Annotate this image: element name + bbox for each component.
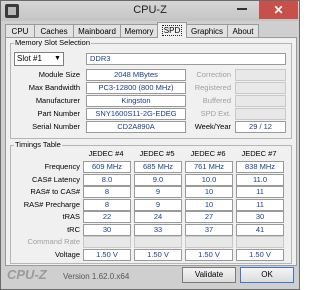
tab-cpu[interactable]: CPU [5,24,35,38]
timing-cell: 1.50 V [134,248,182,261]
cpuz-window: CPU-Z ✕ CPU Caches Mainboard Memory SPD … [0,0,300,290]
manufacturer-value: Kingston [86,95,186,107]
max-bandwidth-label: Max Bandwidth [28,83,80,92]
part-number-label: Part Number [37,109,80,118]
timing-cell: 9.0 [134,173,182,186]
tab-about[interactable]: About [227,24,259,38]
ok-button[interactable]: OK [240,267,294,283]
timing-row-label: tRAS [62,212,80,221]
timing-cell: 8 [83,198,131,211]
timing-cell: 10 [185,198,233,211]
timing-cell: 27 [185,211,233,223]
week-year-value: 29 / 12 [235,121,286,133]
tab-graphics[interactable]: Graphics [186,24,228,38]
timing-cell: 37 [185,223,233,236]
timing-cell: 9 [134,186,182,198]
col-jedec-6: JEDEC #6 [190,149,226,158]
timing-cell: 1.50 V [83,248,131,261]
timing-cell: 10 [185,186,233,198]
window-title: CPU-Z [133,4,167,16]
validate-button[interactable]: Validate [182,267,236,283]
timing-cell: 1.50 V [236,248,284,261]
timing-cell: 9 [134,198,182,211]
timing-cell [236,236,284,248]
memory-type-value: DDR3 [86,53,286,65]
timing-cell: 41 [236,223,284,236]
max-bandwidth-value: PC3-12800 (800 MHz) [86,82,186,94]
spd-panel: Memory Slot Selection Slot #1 ▼ DDR3 Mod… [5,37,297,266]
serial-number-value: CD2A890A [86,121,186,133]
close-button[interactable]: ✕ [259,1,298,19]
timing-cell: 10.0 [185,173,233,186]
minimize-button[interactable] [237,7,247,10]
slot-select-value: Slot #1 [17,54,42,63]
spd-ext-label: SPD Ext. [200,109,231,118]
timing-cell: 24 [134,211,182,223]
tab-mainboard[interactable]: Mainboard [73,24,121,38]
timing-cell: 838 MHz [236,161,284,173]
slot-select[interactable]: Slot #1 ▼ [14,52,64,66]
memory-slot-title: Memory Slot Selection [14,38,92,47]
correction-value [235,69,286,81]
timing-cell: 8 [83,186,131,198]
title-bar[interactable]: CPU-Z ✕ [1,1,299,21]
col-jedec-7: JEDEC #7 [241,149,277,158]
timing-cell: 30 [83,223,131,236]
timing-cell: 30 [236,211,284,223]
buffered-value [235,95,286,107]
timings-title: Timings Table [14,140,62,149]
timing-cell: 1.50 V [185,248,233,261]
timing-row-label: RAS# to CAS# [30,187,80,196]
tab-caches[interactable]: Caches [34,24,74,38]
serial-number-label: Serial Number [32,122,80,131]
cpuz-brand-logo: CPU-Z [7,267,47,282]
timing-cell: 761 MHz [185,161,233,173]
correction-label: Correction [196,70,231,79]
week-year-label: Week/Year [194,122,231,131]
col-jedec-4: JEDEC #4 [88,149,124,158]
timing-cell: 8.0 [83,173,131,186]
timing-cell: 609 MHz [83,161,131,173]
timing-row-label: CAS# Latency [32,174,80,184]
timing-cell: 33 [134,223,182,236]
timing-cell: 11.0 [236,173,284,186]
tab-memory[interactable]: Memory [120,24,158,38]
module-size-value: 2048 MBytes [86,69,186,81]
timing-cell [185,236,233,248]
timing-row-label: Command Rate [27,237,80,246]
timing-row-label: RAS# Precharge [23,199,80,209]
version-text: Version 1.62.0.x64 [63,272,130,281]
timing-cell: 22 [83,211,131,223]
timing-row-label: Voltage [54,249,80,259]
timing-row-label: Frequency [44,162,80,171]
registered-value [235,82,286,94]
tab-spd[interactable]: SPD [157,22,187,38]
spd-ext-value [235,108,286,120]
timing-cell [83,236,131,248]
tab-spd-label: SPD [161,25,183,36]
timing-cell: 685 MHz [134,161,182,173]
col-jedec-5: JEDEC #5 [139,149,175,158]
timing-cell: 11 [236,186,284,198]
timing-cell: 11 [236,198,284,211]
module-size-label: Module Size [38,70,80,79]
timing-cell [134,236,182,248]
manufacturer-label: Manufacturer [35,96,80,105]
buffered-label: Buffered [202,96,231,105]
timing-row-label: tRC [67,224,80,234]
registered-label: Registered [194,83,231,92]
chevron-down-icon: ▼ [54,55,61,62]
part-number-value: SNY1600S11-2G-EDEG [86,108,186,120]
